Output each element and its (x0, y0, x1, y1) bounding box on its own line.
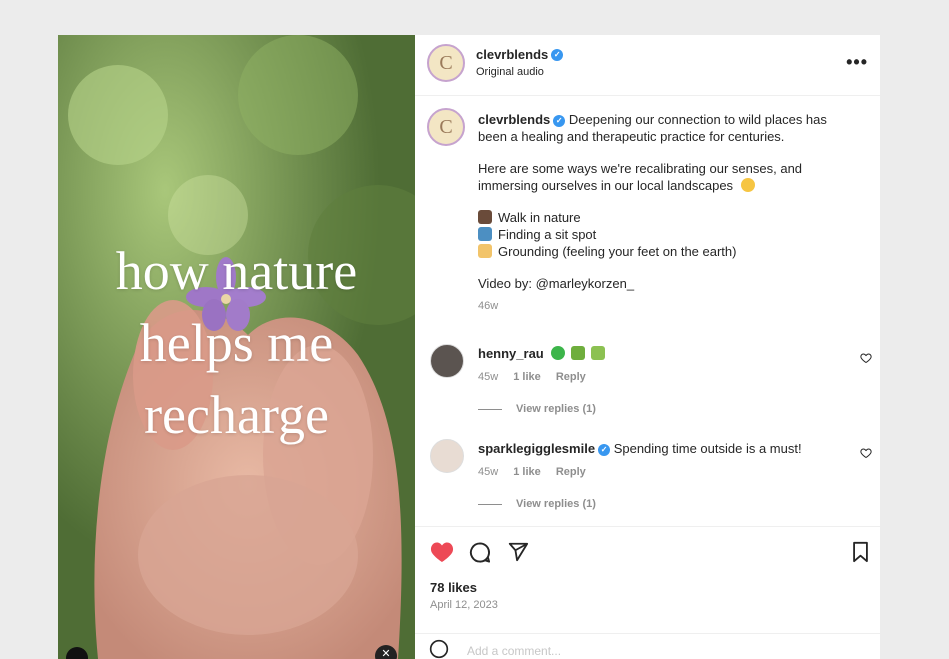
view-replies-button[interactable]: View replies (1) (478, 498, 596, 510)
verified-badge-icon: ✓ (551, 48, 564, 61)
credit-handle-link[interactable]: @marleykorzen_ (536, 276, 634, 291)
caption-text: clevrblends ✓ Deepening our connection to… (478, 111, 858, 315)
comment-bubble-icon[interactable] (468, 541, 492, 564)
boot-emoji-icon (478, 210, 492, 224)
post-card: how nature helps me recharge ✕ C clevrbl… (58, 35, 880, 659)
green-heart-emoji-icon (551, 346, 566, 360)
reel-video[interactable]: how nature helps me recharge ✕ (58, 35, 415, 659)
divider (478, 503, 502, 505)
post-actions: 78 likes April 12, 2023 Add a comment... (415, 526, 880, 659)
overlay-line: how nature (115, 241, 358, 301)
caption-username[interactable]: clevrblends (478, 112, 550, 127)
overlay-line: recharge (144, 385, 329, 445)
herb-emoji-icon (571, 346, 586, 360)
avatar[interactable]: C (427, 108, 465, 146)
add-comment-input[interactable]: Add a comment... (467, 644, 561, 658)
comment-username[interactable]: sparklegigglesmile (478, 441, 595, 456)
like-comment-heart-icon[interactable] (860, 447, 872, 459)
caption-age: 46w (478, 300, 499, 312)
likes-count[interactable]: 78 likes (430, 580, 477, 595)
like-comment-heart-icon[interactable] (860, 352, 872, 364)
emoji-smile-icon[interactable] (429, 639, 449, 659)
share-paper-plane-icon[interactable] (507, 541, 529, 563)
caption-list-item: Grounding (feeling your feet on the eart… (498, 244, 737, 259)
audio-link[interactable]: Original audio (476, 66, 544, 78)
credit-label: Video by: (478, 276, 532, 291)
reply-button[interactable]: Reply (556, 466, 586, 478)
add-comment-bar: Add a comment... (415, 633, 880, 659)
save-bookmark-icon[interactable] (852, 541, 869, 563)
avatar[interactable] (430, 439, 464, 473)
avatar[interactable]: C (427, 44, 465, 82)
comment-username[interactable]: henny_rau (478, 346, 544, 361)
seedling-emoji-icon (591, 346, 606, 360)
view-replies-label: View replies (1) (516, 498, 596, 510)
caption-list-item: Walk in nature (498, 210, 581, 225)
more-options-button[interactable]: ••• (846, 52, 868, 73)
post-date: April 12, 2023 (430, 599, 498, 611)
comment-age: 45w (478, 466, 499, 478)
foot-emoji-icon (478, 244, 492, 258)
like-heart-icon[interactable] (430, 541, 454, 563)
sun-emoji-icon (740, 178, 755, 192)
caption-list-item: Finding a sit spot (498, 227, 597, 242)
overlay-line: helps me (139, 313, 334, 373)
video-overlay-text: how nature helps me recharge (58, 235, 415, 451)
post-header: C clevrblends ✓ Original audio ••• (415, 35, 880, 96)
verified-badge-icon: ✓ (598, 443, 611, 456)
divider (478, 408, 502, 410)
comment-age: 45w (478, 371, 499, 383)
comment-likes[interactable]: 1 like (513, 371, 541, 383)
avatar[interactable] (430, 344, 464, 378)
author-username[interactable]: clevrblends (476, 47, 548, 62)
comment-likes[interactable]: 1 like (513, 466, 541, 478)
reply-button[interactable]: Reply (556, 371, 586, 383)
landscape-emoji-icon (478, 227, 492, 241)
comment-text: Spending time outside is a must! (613, 441, 802, 456)
post-sidebar: C clevrblends ✓ Original audio ••• C clev… (415, 35, 880, 659)
verified-badge-icon: ✓ (553, 114, 566, 127)
view-replies-button[interactable]: View replies (1) (478, 403, 596, 415)
view-replies-label: View replies (1) (516, 403, 596, 415)
